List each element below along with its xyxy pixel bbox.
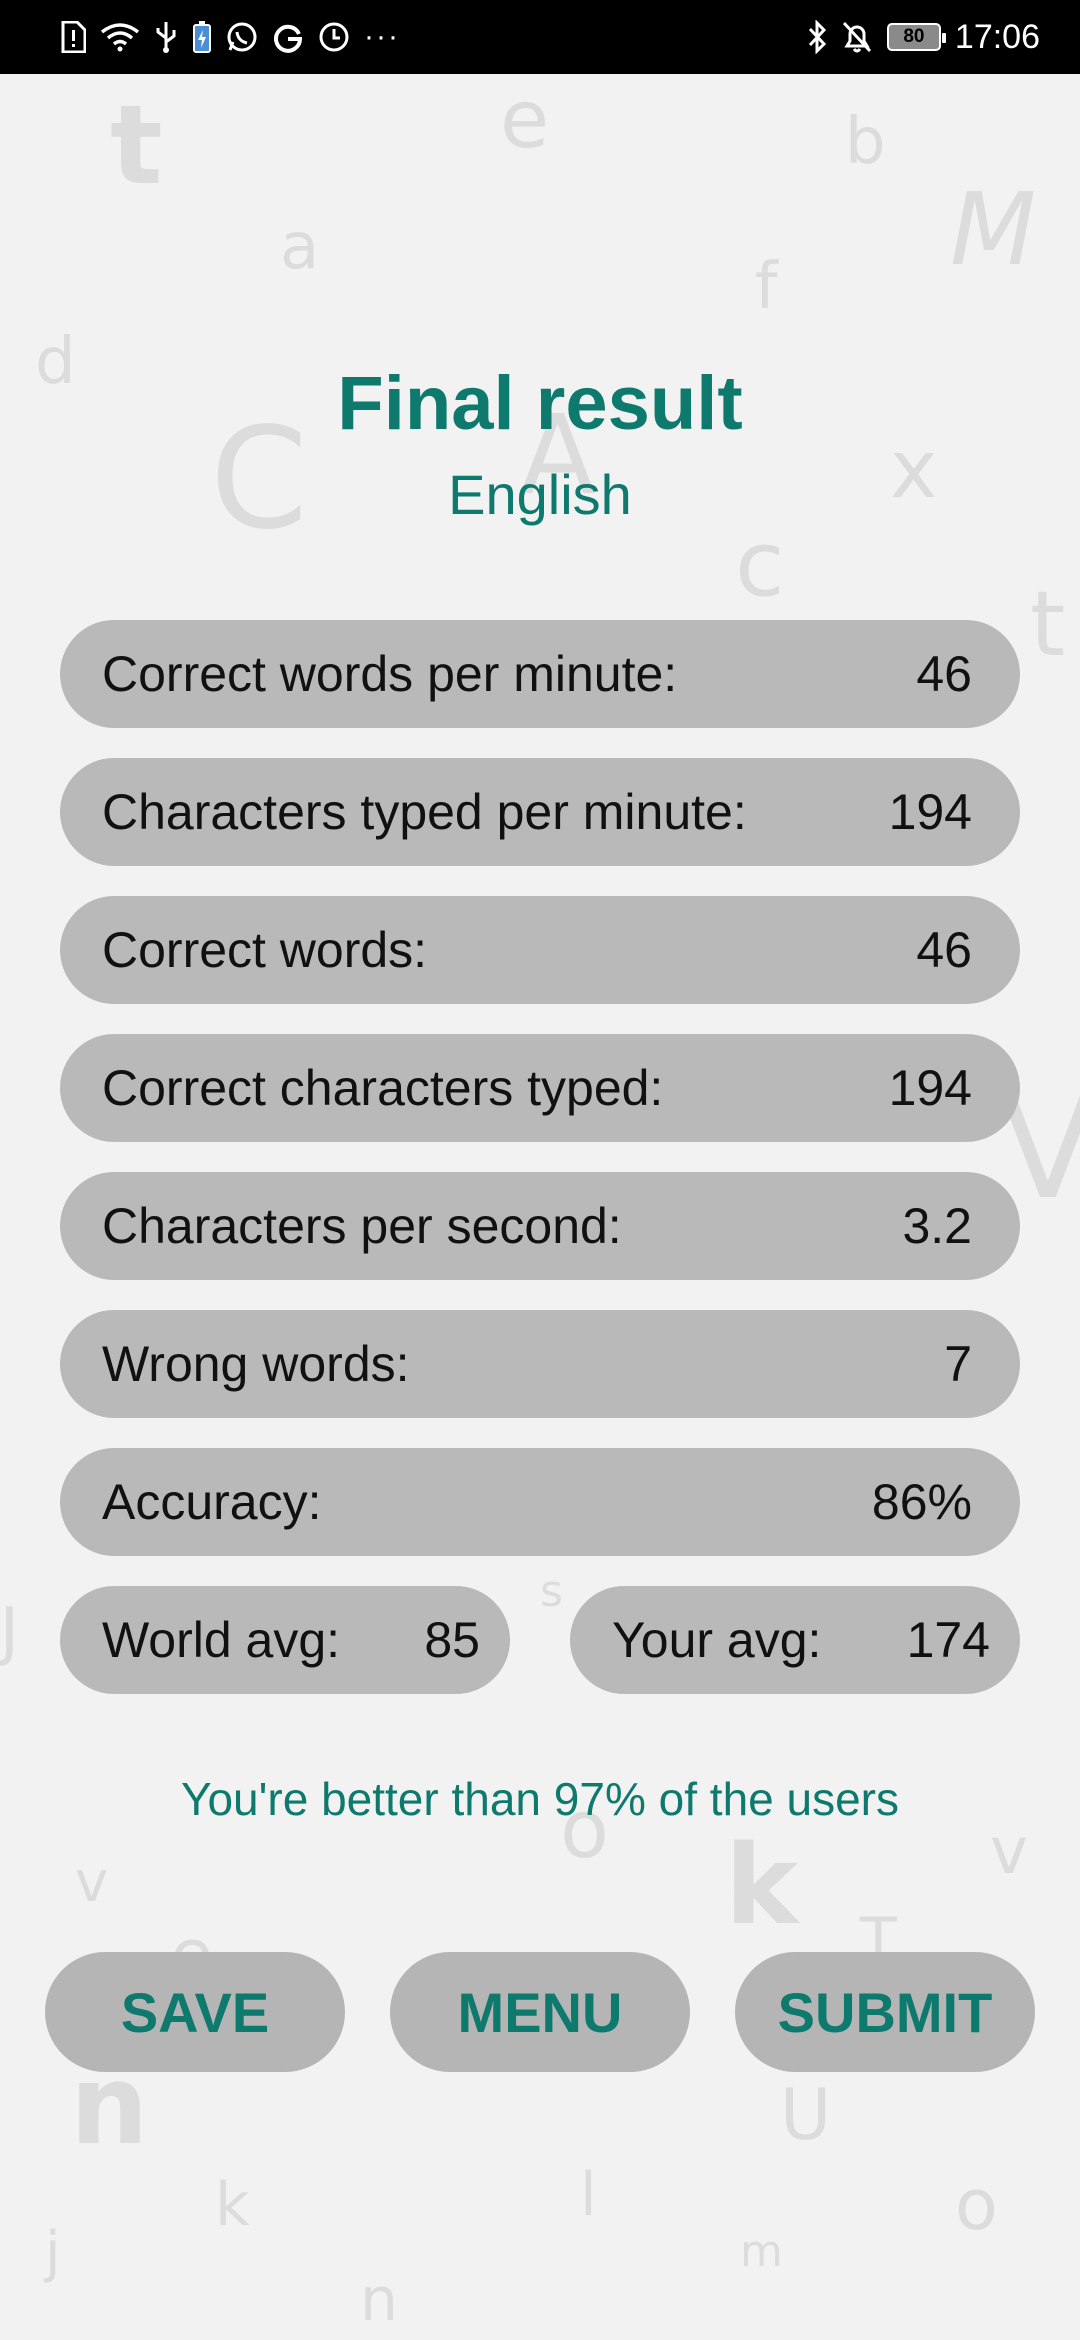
status-bar-left: ···: [60, 20, 400, 54]
bg-letter: f: [755, 250, 778, 324]
comparison-text: You're better than 97% of the users: [180, 1773, 899, 1825]
bg-letter: e: [500, 73, 550, 166]
stat-label: Characters per second:: [102, 1198, 622, 1254]
stat-label: Wrong words:: [102, 1336, 410, 1392]
bg-letter: t: [1030, 572, 1066, 677]
more-notifications-indicator: ···: [364, 20, 400, 53]
stat-row-chars-per-minute: Characters typed per minute: 194: [60, 758, 1020, 866]
your-average-label: Your avg:: [612, 1612, 822, 1668]
bg-letter: M: [950, 171, 1037, 288]
stat-label: Accuracy:: [102, 1474, 322, 1530]
world-average-value: 85: [424, 1612, 480, 1668]
your-average: Your avg: 174: [570, 1586, 1020, 1694]
stat-row-chars-per-second: Characters per second: 3.2: [60, 1172, 1020, 1280]
google-icon: [272, 21, 304, 53]
stat-label: Correct words:: [102, 922, 428, 978]
bg-letter: t: [110, 81, 163, 209]
stat-row-accuracy: Accuracy: 86%: [60, 1448, 1020, 1556]
stat-value: 46: [916, 922, 972, 978]
stat-row-correct-wpm: Correct words per minute: 46: [60, 620, 1020, 728]
stat-value: 86%: [871, 1474, 972, 1530]
battery-indicator: 80: [886, 23, 946, 51]
bg-letter: l: [580, 2160, 597, 2230]
page-title: Final result: [337, 361, 743, 446]
bg-letter: U: [780, 2074, 832, 2156]
submit-button[interactable]: SUBMIT: [735, 1952, 1035, 2072]
bg-letter: k: [215, 2170, 250, 2240]
bg-letter: k: [725, 1821, 799, 1949]
whatsapp-icon: [226, 21, 258, 53]
world-average: World avg: 85: [60, 1586, 510, 1694]
status-bar: ··· 80 17:06: [0, 0, 1080, 74]
save-button[interactable]: SAVE: [45, 1952, 345, 2072]
bg-letter: b: [845, 105, 886, 179]
menu-button[interactable]: MENU: [390, 1952, 690, 2072]
stat-label: Correct words per minute:: [102, 646, 678, 702]
bg-letter: m: [740, 2226, 783, 2277]
bg-letter: a: [280, 210, 320, 284]
stat-value: 7: [944, 1336, 972, 1392]
mute-icon: [841, 20, 873, 54]
bg-letter: n: [360, 2265, 399, 2335]
stat-value: 3.2: [902, 1198, 972, 1254]
stat-value: 194: [888, 1060, 972, 1116]
stat-label: Correct characters typed:: [102, 1060, 664, 1116]
stat-value: 46: [916, 646, 972, 702]
bg-letter: j: [45, 2220, 61, 2285]
status-bar-right: 80 17:06: [807, 18, 1040, 57]
clock-icon: [318, 21, 350, 53]
battery-saver-icon: [192, 20, 212, 54]
language-label: English: [448, 463, 632, 526]
bg-letter: v: [75, 1850, 109, 1915]
clock-time: 17:06: [954, 17, 1040, 56]
bg-letter: v: [990, 1815, 1028, 1889]
your-average-value: 174: [906, 1612, 990, 1668]
bg-letter: c: [735, 512, 785, 617]
world-average-label: World avg:: [102, 1612, 341, 1668]
bg-letter: J: [0, 1595, 19, 1669]
bg-letter: o: [955, 2164, 998, 2246]
usb-icon: [154, 20, 178, 54]
bg-letter: s: [540, 1566, 563, 1617]
stat-value: 194: [888, 784, 972, 840]
stat-row-wrong-words: Wrong words: 7: [60, 1310, 1020, 1418]
stat-row-correct-words: Correct words: 46: [60, 896, 1020, 1004]
alert-icon: [60, 21, 86, 53]
wifi-icon: [100, 22, 140, 52]
stat-label: Characters typed per minute:: [102, 784, 747, 840]
stat-row-correct-characters: Correct characters typed: 194: [60, 1034, 1020, 1142]
bluetooth-icon: [807, 20, 827, 54]
